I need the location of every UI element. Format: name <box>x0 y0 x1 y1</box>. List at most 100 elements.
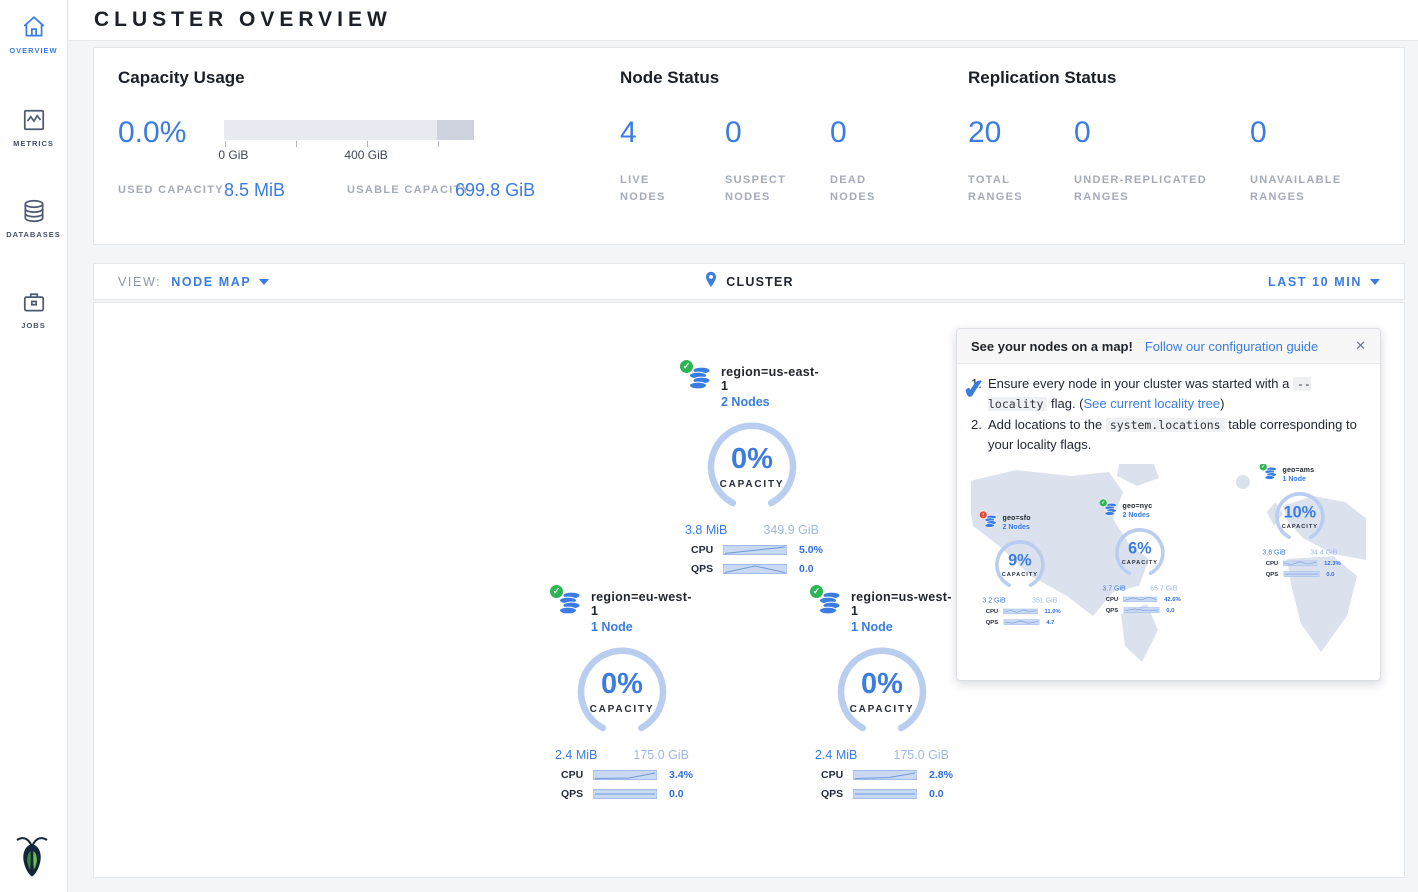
health-ok-icon: ✓ <box>549 584 564 599</box>
qps-sparkline-icon <box>853 787 917 800</box>
region-card-us-east-1[interactable]: ✓ region=us-east-1 2 Nodes 0 <box>679 365 825 575</box>
database-icon <box>21 198 47 224</box>
capacity-gauge: 0% CAPACITY <box>679 421 825 519</box>
total-ranges-value: 20 <box>968 118 1074 148</box>
example-region-card-ams: ✓ geo=ams 1 Node <box>1259 466 1341 577</box>
qps-sparkline-icon <box>1284 570 1320 577</box>
locality-tree-link[interactable]: See current locality tree <box>1084 396 1221 411</box>
health-ok-icon: ✓ <box>679 359 694 374</box>
node-count: 2 Nodes <box>1123 511 1153 519</box>
sidebar-item-label: METRICS <box>13 139 54 148</box>
node-count: 1 Node <box>1283 475 1315 483</box>
capacity-percent: 0.0% <box>118 118 186 148</box>
node-status-title: Node Status <box>620 68 968 88</box>
usable-capacity-label: USABLE CAPACITY <box>347 182 427 199</box>
view-toolbar: VIEW: NODE MAP CLUSTER LAST 10 MIN <box>93 263 1405 300</box>
capacity-tick-zero: 0 GiB <box>218 148 248 162</box>
capacity-percent: 0% <box>549 668 695 701</box>
qps-sparkline-icon <box>593 787 657 800</box>
under-replicated-value: 0 <box>1074 118 1250 148</box>
total-capacity: 175.0 GiB <box>633 748 689 762</box>
qps-value: 0.0 <box>929 788 944 800</box>
region-label: region=us-west-1 <box>851 590 955 618</box>
total-ranges-stat: 20 TOTALRANGES <box>968 88 1074 206</box>
cpu-sparkline-icon <box>853 768 917 781</box>
replication-status-section: Replication Status 20 TOTALRANGES 0 UNDE… <box>968 68 1380 244</box>
unavailable-ranges-value: 0 <box>1250 118 1380 148</box>
example-node-map-preview: ! geo=sfo 2 Nodes <box>971 464 1366 664</box>
region-label: geo=nyc <box>1123 502 1153 510</box>
cpu-sparkline-icon <box>1003 608 1038 615</box>
health-ok-icon: ✓ <box>809 584 824 599</box>
capacity-gauge: 6% CAPACITY <box>1099 527 1181 582</box>
region-card-eu-west-1[interactable]: ✓ region=eu-west-1 1 Node 0% <box>549 590 695 800</box>
qps-sparkline-icon <box>1004 618 1040 625</box>
map-configuration-popup: See your nodes on a map! Follow our conf… <box>956 328 1381 681</box>
capacity-usage-section: Capacity Usage 0.0% 0 GiB 400 GiB USED C… <box>118 68 620 244</box>
cpu-value: 3.4% <box>669 769 693 781</box>
view-value: NODE MAP <box>171 275 251 289</box>
view-selector-dropdown[interactable]: VIEW: NODE MAP <box>118 275 269 289</box>
sidebar: OVERVIEW METRICS DATABASES JOBS <box>0 0 68 892</box>
qps-sparkline-icon <box>1124 606 1160 613</box>
popup-title: See your nodes on a map! <box>971 339 1133 354</box>
page-header: CLUSTER OVERVIEW <box>69 0 1418 41</box>
node-count-link[interactable]: 2 Nodes <box>721 395 825 409</box>
close-icon[interactable]: ✕ <box>1355 338 1366 354</box>
node-count: 2 Nodes <box>1003 523 1031 531</box>
used-capacity-label: USED CAPACITY <box>118 182 196 199</box>
node-count-link[interactable]: 1 Node <box>591 620 695 634</box>
sidebar-item-metrics[interactable]: METRICS <box>0 93 67 158</box>
capacity-gauge: 0% CAPACITY <box>809 646 955 744</box>
capacity-gauge: 9% CAPACITY <box>979 539 1061 594</box>
capacity-bar-ticks <box>224 140 474 148</box>
example-region-card-nyc: ✓ geo=nyc 2 Nodes <box>1099 502 1181 613</box>
system-locations-code: system.locations <box>1106 418 1225 432</box>
suspect-nodes-stat: 0 SUSPECTNODES <box>725 88 830 206</box>
region-label: region=eu-west-1 <box>591 590 695 618</box>
sidebar-item-overview[interactable]: OVERVIEW <box>0 0 67 65</box>
sidebar-item-jobs[interactable]: JOBS <box>0 275 67 340</box>
example-region-card-sfo: ! geo=sfo 2 Nodes <box>979 514 1061 625</box>
cockroachdb-logo <box>12 833 52 882</box>
briefcase-icon <box>21 289 47 315</box>
unavailable-ranges-stat: 0 UNAVAILABLERANGES <box>1250 88 1380 206</box>
qps-label: QPS <box>561 788 593 800</box>
map-pin-icon <box>704 271 718 292</box>
usable-capacity-value: 699.8 GiB <box>455 180 535 201</box>
region-card-us-west-1[interactable]: ✓ region=us-west-1 1 Node 0% <box>809 590 955 800</box>
sidebar-item-databases[interactable]: DATABASES <box>0 184 67 249</box>
node-count-link[interactable]: 1 Node <box>851 620 955 634</box>
health-warn-icon: ! <box>979 511 987 519</box>
capacity-gauge: 10% CAPACITY <box>1259 491 1341 546</box>
live-nodes-value: 4 <box>620 118 725 148</box>
used-capacity: 2.4 MiB <box>815 748 857 762</box>
capacity-gauge-label: CAPACITY <box>679 479 825 490</box>
configuration-guide-link[interactable]: Follow our configuration guide <box>1145 339 1318 354</box>
qps-value: 0.0 <box>799 563 814 575</box>
sidebar-item-label: DATABASES <box>6 230 61 239</box>
chevron-down-icon <box>259 279 269 285</box>
capacity-gauge-label: CAPACITY <box>809 704 955 715</box>
dead-nodes-stat: 0 DEADNODES <box>830 88 935 206</box>
region-label: geo=ams <box>1283 466 1315 474</box>
page-title: CLUSTER OVERVIEW <box>94 8 392 32</box>
cpu-sparkline-icon <box>593 768 657 781</box>
replication-status-title: Replication Status <box>968 68 1380 88</box>
qps-label: QPS <box>691 563 723 575</box>
total-capacity: 349.9 GiB <box>763 523 819 537</box>
capacity-percent: 0% <box>679 443 825 476</box>
cpu-sparkline-icon <box>723 543 787 556</box>
total-capacity: 175.0 GiB <box>893 748 949 762</box>
time-range-dropdown[interactable]: LAST 10 MIN <box>1268 275 1380 289</box>
capacity-tick-400: 400 GiB <box>344 148 387 162</box>
cpu-label: CPU <box>821 769 853 781</box>
live-nodes-stat: 4 LIVENODES <box>620 88 725 206</box>
node-status-section: Node Status 4 LIVENODES 0 SUSPECTNODES 0… <box>620 68 968 244</box>
qps-label: QPS <box>821 788 853 800</box>
suspect-nodes-value: 0 <box>725 118 830 148</box>
qps-value: 0.0 <box>669 788 684 800</box>
node-map-canvas[interactable]: ✓ region=us-east-1 2 Nodes 0 <box>93 302 1405 878</box>
qps-sparkline-icon <box>723 562 787 575</box>
home-icon <box>21 14 47 40</box>
